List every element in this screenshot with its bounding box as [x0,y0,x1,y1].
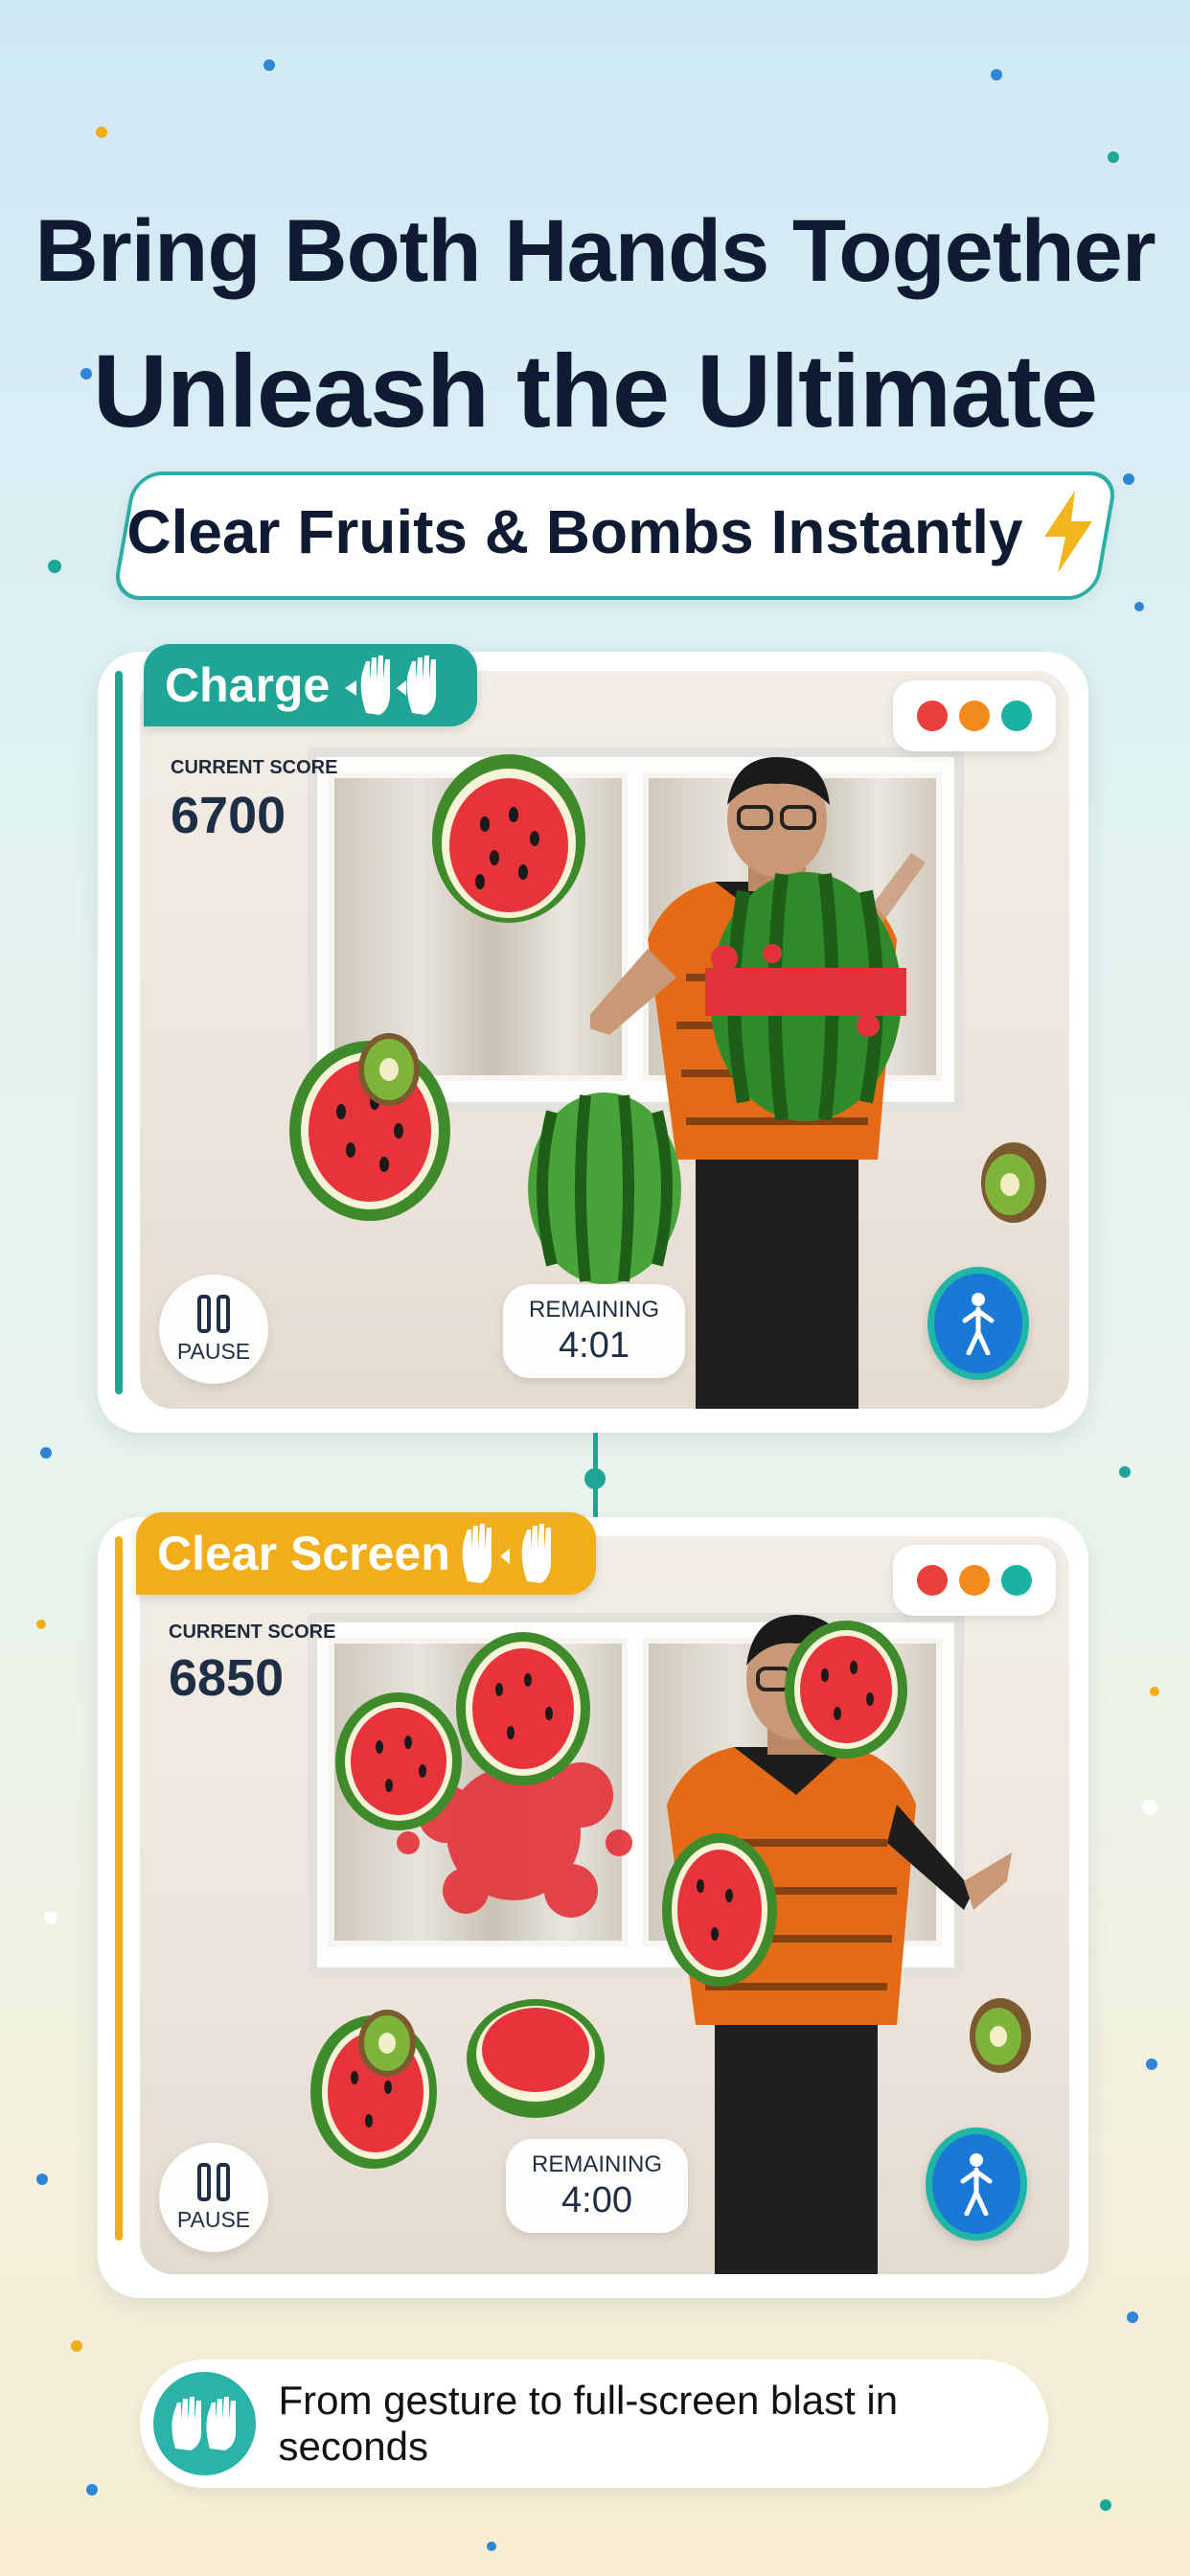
score-label: CURRENT SCORE [169,1622,336,1643]
decor-dot [48,560,61,573]
footer-banner: From gesture to full-screen blast in sec… [140,2359,1048,2488]
remaining-value: 4:01 [559,1324,629,1366]
hands-together-icon [460,1520,575,1587]
mode-label: Clear Screen [157,1527,450,1580]
kiwi [981,1142,1046,1223]
red-dot [917,701,948,731]
kiwi [358,2010,416,2077]
decor-dot [36,2174,48,2185]
remaining-label: REMAINING [531,2150,662,2177]
decor-dot [1123,473,1134,485]
score-value: 6700 [171,787,286,844]
accent-line [115,1536,123,2241]
decor-dot [1134,602,1144,611]
decor-dot [40,1447,52,1459]
pause-icon [197,2162,230,2201]
headline-line-1: Bring Both Hands Together [34,202,1156,300]
pause-button[interactable]: PAUSE [159,2143,268,2252]
person-mode-button[interactable] [926,2128,1027,2241]
decor-dot [263,59,275,71]
pause-button[interactable]: PAUSE [159,1275,268,1384]
decor-dot [71,2340,82,2352]
decor-dot [1146,2058,1157,2070]
decor-dot [1100,2499,1111,2511]
teal-dot [1001,1565,1032,1596]
watermelon-sliced [705,872,906,1121]
accent-line [115,671,123,1394]
teal-dot [1001,701,1032,731]
decor-dot [1150,1687,1159,1696]
score-value: 6850 [169,1649,285,1707]
watermelon-half [785,1621,907,1759]
hands-apart-icon [341,652,456,719]
person-standing-icon [960,2153,993,2216]
decor-dot [1142,1800,1157,1815]
pause-label: PAUSE [176,1338,251,1364]
lightning-bolt-icon [1041,491,1096,573]
decor-dot [36,1620,46,1629]
window-controls [893,680,1056,751]
subtitle-text: Clear Fruits & Bombs Instantly [126,497,1023,566]
decor-dot [991,69,1002,80]
decor-dot [86,2484,98,2496]
red-dot [917,1565,948,1596]
decor-dot [1127,2312,1138,2323]
orange-dot [959,701,990,731]
orange-dot [959,1565,990,1596]
watermelon-half [432,754,585,923]
remaining-timer: REMAINING 4:00 [506,2139,688,2233]
clapping-hands-icon [153,2372,256,2475]
watermelon-half [662,1833,777,1987]
decor-dot [1108,151,1119,163]
decor-dot [44,1911,57,1924]
mode-tag-clear-screen: Clear Screen [136,1512,596,1595]
footer-text: From gesture to full-screen blast in sec… [278,2378,899,2469]
watermelon-whole [528,1092,681,1284]
headline-line-2: Unleash the Ultimate [92,333,1098,448]
remaining-timer: REMAINING 4:01 [503,1284,685,1378]
pause-label: PAUSE [176,2206,251,2232]
person-mode-button[interactable] [927,1267,1029,1380]
mode-tag-charge: Charge [144,644,478,726]
watermelon-half [456,1632,590,1785]
score-label: CURRENT SCORE [171,757,338,778]
remaining-value: 4:00 [561,2179,632,2220]
person-standing-icon [962,1293,995,1355]
connector-dot [584,1468,606,1489]
decor-dot [487,2542,496,2551]
decor-dot [96,126,107,138]
kiwi [358,1033,420,1106]
mode-label: Charge [165,658,331,712]
window-controls [893,1545,1056,1616]
remaining-label: REMAINING [528,1296,659,1322]
subtitle-row: Clear Fruits & Bombs Instantly [123,472,1100,592]
watermelon-half [335,1692,462,1830]
decor-dot [1119,1466,1131,1478]
watermelon-half [467,1999,605,2118]
kiwi [970,1998,1031,2073]
pause-icon [197,1294,230,1333]
